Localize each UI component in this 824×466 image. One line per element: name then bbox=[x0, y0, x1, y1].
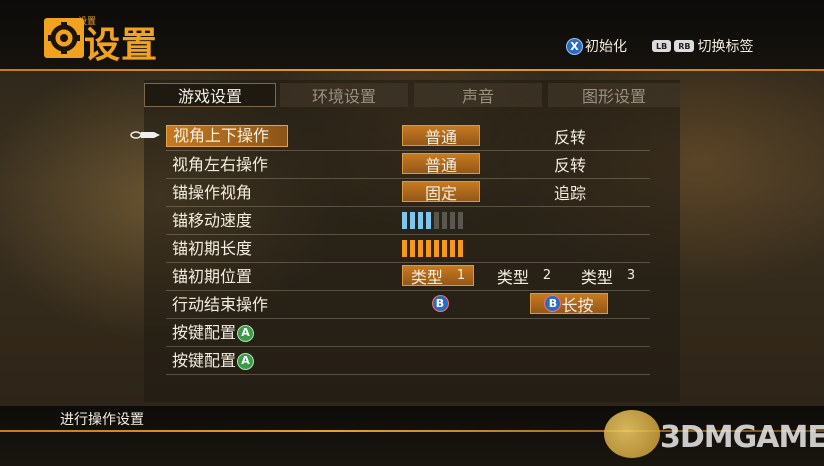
b-button-icon: B bbox=[431, 295, 449, 312]
option-normal[interactable]: 普通 bbox=[402, 125, 480, 147]
option-type-2[interactable]: 类型 2 bbox=[488, 265, 560, 287]
option-text: 类型 bbox=[410, 267, 443, 287]
x-button-icon: X bbox=[566, 37, 583, 55]
option-invert[interactable]: 反转 bbox=[542, 125, 598, 147]
setting-row-camera-horizontal[interactable]: 视角左右操作 普通 反转 bbox=[166, 152, 650, 179]
b-button-icon: B bbox=[544, 295, 562, 312]
tab-environment-settings[interactable]: 环境设置 bbox=[280, 83, 408, 107]
gauge-segment bbox=[434, 212, 439, 229]
gauge-segment bbox=[442, 212, 447, 229]
gauge-segment bbox=[442, 240, 447, 257]
setting-row-anchor-length[interactable]: 锚初期长度 bbox=[166, 236, 650, 263]
option-press-b[interactable]: B bbox=[428, 293, 452, 314]
gauge-segment bbox=[458, 240, 463, 257]
gauge-segment bbox=[434, 240, 439, 257]
lb-button-icon: LB bbox=[652, 40, 672, 52]
option-num: 2 bbox=[542, 268, 552, 283]
option-invert[interactable]: 反转 bbox=[542, 153, 598, 175]
tab-sound[interactable]: 声音 bbox=[414, 83, 542, 107]
speed-gauge[interactable] bbox=[402, 208, 482, 234]
gauge-segment bbox=[458, 212, 463, 229]
gauge-segment bbox=[450, 212, 455, 229]
option-type-1[interactable]: 类型 1 bbox=[402, 265, 474, 287]
gauge-segment bbox=[418, 212, 423, 229]
length-gauge[interactable] bbox=[402, 236, 482, 262]
setting-label: 视角上下操作 bbox=[166, 125, 288, 147]
switch-tab-label: 切换标签 bbox=[697, 39, 754, 55]
page-title: 设置 bbox=[84, 25, 159, 66]
setting-label: 行动结束操作 bbox=[172, 295, 269, 314]
setting-label: 锚操作视角 bbox=[172, 183, 253, 202]
option-text: 类型 bbox=[580, 267, 613, 287]
gauge-segment bbox=[426, 212, 431, 229]
a-button-icon: A bbox=[237, 352, 255, 370]
setting-row-camera-vertical[interactable]: 视角上下操作 普通 反转 bbox=[166, 124, 650, 151]
option-track[interactable]: 追踪 bbox=[542, 181, 598, 203]
setting-label: 视角左右操作 bbox=[172, 155, 269, 174]
watermark-mascot-icon bbox=[604, 410, 660, 458]
gauge-segment bbox=[418, 240, 423, 257]
gauge-segment bbox=[426, 240, 431, 257]
option-fixed[interactable]: 固定 bbox=[402, 181, 480, 203]
gauge-segment bbox=[410, 240, 415, 257]
watermark-logo: 3DMGAME bbox=[660, 420, 824, 455]
setting-label: 锚初期位置 bbox=[172, 267, 253, 286]
gauge-segment bbox=[402, 212, 407, 229]
setting-row-end-action[interactable]: 行动结束操作 B B 长按 bbox=[166, 292, 650, 319]
status-help-text: 进行操作设置 bbox=[60, 412, 144, 428]
setting-label: 锚移动速度 bbox=[172, 211, 253, 230]
tab-graphics-settings[interactable]: 图形设置 bbox=[548, 83, 680, 107]
a-button-icon: A bbox=[237, 324, 255, 342]
tab-game-settings[interactable]: 游戏设置 bbox=[144, 83, 276, 107]
setting-row-anchor-position[interactable]: 锚初期位置 类型 1 类型 2 类型 3 bbox=[166, 264, 650, 291]
pointer-hand-icon bbox=[130, 131, 160, 139]
switch-tab-hint[interactable]: LB RB 切换标签 bbox=[652, 36, 753, 56]
option-num: 1 bbox=[456, 268, 466, 283]
setting-label-group: 按键配置 A bbox=[172, 350, 255, 372]
option-normal[interactable]: 普通 bbox=[402, 153, 480, 175]
setting-label: 按键配置 bbox=[172, 351, 237, 370]
setting-label: 按键配置 bbox=[172, 323, 237, 342]
option-text: 类型 bbox=[496, 267, 529, 287]
gauge-segment bbox=[410, 212, 415, 229]
gauge-segment bbox=[402, 240, 407, 257]
setting-row-keyconfig-2[interactable]: 按键配置 A bbox=[166, 348, 650, 375]
option-text: 长按 bbox=[561, 295, 594, 315]
option-type-3[interactable]: 类型 3 bbox=[572, 265, 644, 287]
setting-label: 锚初期长度 bbox=[172, 239, 253, 258]
gauge-segment bbox=[450, 240, 455, 257]
option-num: 3 bbox=[626, 268, 636, 283]
setting-row-keyconfig-1[interactable]: 按键配置 A bbox=[166, 320, 650, 347]
setting-label-group: 按键配置 A bbox=[172, 322, 255, 344]
option-hold-b[interactable]: B 长按 bbox=[530, 293, 608, 315]
header-divider bbox=[0, 69, 824, 71]
rb-button-icon: RB bbox=[674, 40, 695, 52]
setting-row-anchor-speed[interactable]: 锚移动速度 bbox=[166, 208, 650, 235]
reset-label: 初始化 bbox=[585, 39, 627, 55]
reset-hint[interactable]: X 初始化 bbox=[566, 36, 627, 56]
setting-row-anchor-camera[interactable]: 锚操作视角 固定 追踪 bbox=[166, 180, 650, 207]
